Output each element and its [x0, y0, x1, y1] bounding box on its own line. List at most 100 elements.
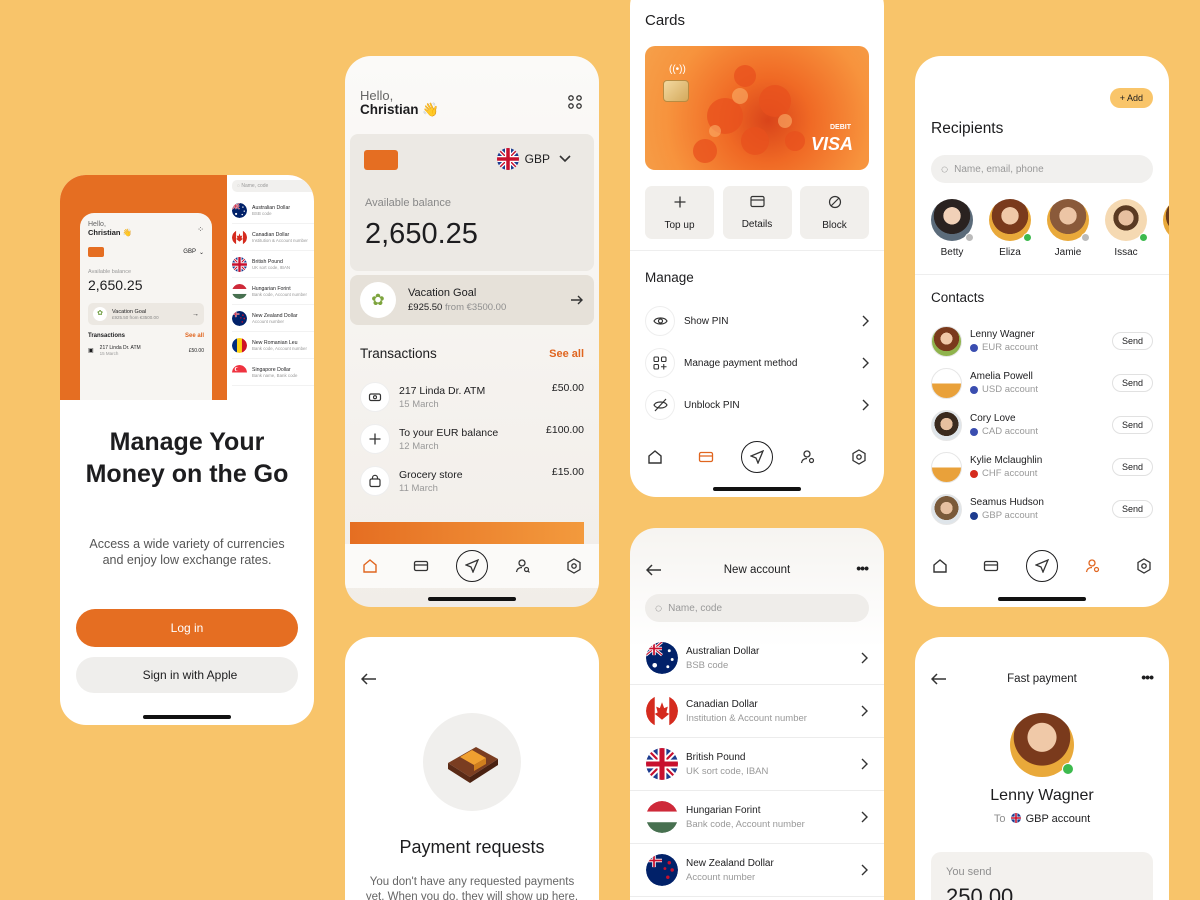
payreq-body: You don't have any requested payments ye…: [365, 876, 579, 900]
apple-signin-button[interactable]: Sign in with Apple: [76, 657, 298, 693]
back-arrow-icon[interactable]: [361, 673, 377, 685]
status-dot: [1023, 233, 1032, 242]
send-button[interactable]: Send: [1111, 374, 1153, 392]
uk-flag-icon: [496, 148, 519, 170]
currency-item[interactable]: New Zealand Dollar Account number: [630, 844, 884, 897]
nav-settings[interactable]: [1129, 551, 1159, 581]
preview-atm-icon: ▣: [88, 348, 94, 354]
menu-button[interactable]: [567, 94, 583, 115]
user-search-icon: [516, 559, 531, 573]
currency-item[interactable]: Australian Dollar BSB code: [630, 632, 884, 685]
balance-card[interactable]: GBP Available balance 2,650.25: [350, 134, 594, 271]
more-icon[interactable]: •••: [1141, 669, 1154, 685]
account-flag-icon: [970, 427, 978, 436]
promo-banner: [350, 522, 584, 544]
nav-settings[interactable]: [559, 551, 589, 581]
transaction-row[interactable]: 217 Linda Dr. ATM 15 March £50.00: [360, 376, 584, 418]
new-account-title: New account: [723, 564, 791, 576]
send-button[interactable]: Send: [1111, 416, 1153, 434]
nav-cards[interactable]: [691, 442, 721, 472]
nav-send[interactable]: [455, 550, 488, 582]
new-zealand-dollarflag-icon: [646, 854, 678, 886]
nav-cards[interactable]: [406, 551, 436, 581]
see-all-link[interactable]: See all: [549, 348, 584, 360]
card-action-top-up[interactable]: Top up: [645, 186, 714, 239]
manage-item-unblock-pin[interactable]: Unblock PIN: [645, 384, 869, 426]
recipient-search[interactable]: ◌ Name, email, phone: [931, 155, 1153, 183]
contact-row[interactable]: Lenny Wagner EUR account Send: [931, 320, 1153, 362]
nav-home[interactable]: [925, 551, 955, 581]
preview-list-item: Canadian Dollar Institution & Account num…: [232, 224, 314, 251]
nav-home[interactable]: [640, 442, 670, 472]
balance-amount: 2,650.25: [365, 218, 478, 250]
card-action-label: Top up: [664, 219, 695, 231]
transactions-title: Transactions: [360, 346, 437, 361]
login-button[interactable]: Log in: [76, 609, 298, 647]
recipient-issac[interactable]: Issac: [1105, 199, 1163, 258]
search-field[interactable]: ◌ Name, code: [645, 594, 869, 622]
british-poundflag-icon: [232, 256, 247, 272]
recipient-m[interactable]: M: [1163, 199, 1169, 258]
add-button[interactable]: + Add: [1109, 88, 1153, 108]
currency-name: Hungarian Forint: [686, 804, 761, 816]
transaction-row[interactable]: To your EUR balance 12 March £100.00: [360, 418, 584, 460]
eye-icon: [645, 306, 675, 336]
recipient-betty[interactable]: Betty: [931, 199, 989, 258]
card-action-details[interactable]: Details: [722, 186, 792, 239]
uk-flag-icon: [1010, 813, 1021, 823]
more-icon[interactable]: •••: [856, 560, 869, 576]
preview-list-item: New Zealand Dollar Account number: [232, 305, 314, 332]
status-dot: [1081, 233, 1090, 242]
send-button[interactable]: Send: [1111, 458, 1153, 476]
nav-send[interactable]: [740, 441, 773, 473]
nav-recipients[interactable]: [1078, 551, 1108, 581]
send-button[interactable]: Send: [1111, 332, 1153, 350]
currency-list: Australian Dollar BSB code Canadian Dollar…: [630, 632, 884, 897]
currency-selector[interactable]: GBP: [496, 148, 572, 170]
preview-list-name: New Zealand Dollar: [252, 312, 298, 319]
currency-item[interactable]: Hungarian Forint Bank code, Account numbe…: [630, 791, 884, 844]
chevron-down-icon: [559, 155, 571, 163]
preview-list-item: Singapore Dollar Bank name, Bank code: [232, 359, 314, 386]
vacation-goal[interactable]: ✿ Vacation Goal £925.50 from €3500.00: [350, 275, 594, 325]
dots-grid-icon: [568, 95, 582, 109]
nav-home[interactable]: [355, 551, 385, 581]
debit-card[interactable]: ((•)) DEBIT VISA: [645, 46, 869, 170]
nav-cards[interactable]: [976, 551, 1006, 581]
contact-row[interactable]: Cory Love CAD account Send: [931, 404, 1153, 446]
preview-balance: 2,650.25: [88, 277, 143, 293]
manage-item-manage-payment-method[interactable]: Manage payment method: [645, 342, 869, 384]
manage-item-show-pin[interactable]: Show PIN: [645, 300, 869, 342]
transactions-list: 217 Linda Dr. ATM 15 March £50.00 To your E…: [360, 376, 584, 502]
currency-item[interactable]: British Pound UK sort code, IBAN: [630, 738, 884, 791]
nav-settings[interactable]: [844, 442, 874, 472]
preview-list-item: Hungarian Forint Bank code, Account numbe…: [232, 278, 314, 305]
recipient-jamie[interactable]: Jamie: [1047, 199, 1105, 258]
preview-list-sub: Bank code, Account number: [252, 291, 307, 297]
send-amount-box[interactable]: You send 250.00: [931, 852, 1153, 900]
preview-list-sub: Account number: [252, 318, 284, 324]
fast-payment-screen: Fast payment ••• Lenny Wagner To GBP acc…: [915, 637, 1169, 900]
currency-item[interactable]: Canadian Dollar Institution & Account num…: [630, 685, 884, 738]
contact-row[interactable]: Seamus Hudson GBP account Send: [931, 488, 1153, 530]
contact-row[interactable]: Amelia Powell USD account Send: [931, 362, 1153, 404]
account-flag-icon: [970, 511, 978, 520]
payreq-title: Payment requests: [399, 837, 545, 857]
send-button[interactable]: Send: [1111, 500, 1153, 518]
recipients-screen: + Add Recipients ◌ Name, email, phone Be…: [915, 56, 1169, 607]
contact-name: Amelia Powell: [970, 371, 1033, 382]
chevron-right-icon: [861, 758, 868, 770]
transaction-date: 11 March: [399, 482, 438, 494]
card-actions: Top up Details Block: [645, 186, 869, 239]
nav-recipients[interactable]: [508, 551, 538, 581]
manage-title: Manage: [645, 270, 694, 285]
nav-recipients[interactable]: [793, 442, 823, 472]
nav-send[interactable]: [1025, 550, 1058, 582]
recipient-eliza[interactable]: Eliza: [989, 199, 1047, 258]
contact-row[interactable]: Kylie Mclaughlin CHF account Send: [931, 446, 1153, 488]
transaction-row[interactable]: Grocery store 11 March £15.00: [360, 460, 584, 502]
chevron-right-icon: [861, 811, 868, 823]
new-zealand-dollarflag-icon: [232, 310, 247, 326]
arrow-right-icon: [571, 295, 583, 305]
card-action-block[interactable]: Block: [800, 186, 869, 239]
